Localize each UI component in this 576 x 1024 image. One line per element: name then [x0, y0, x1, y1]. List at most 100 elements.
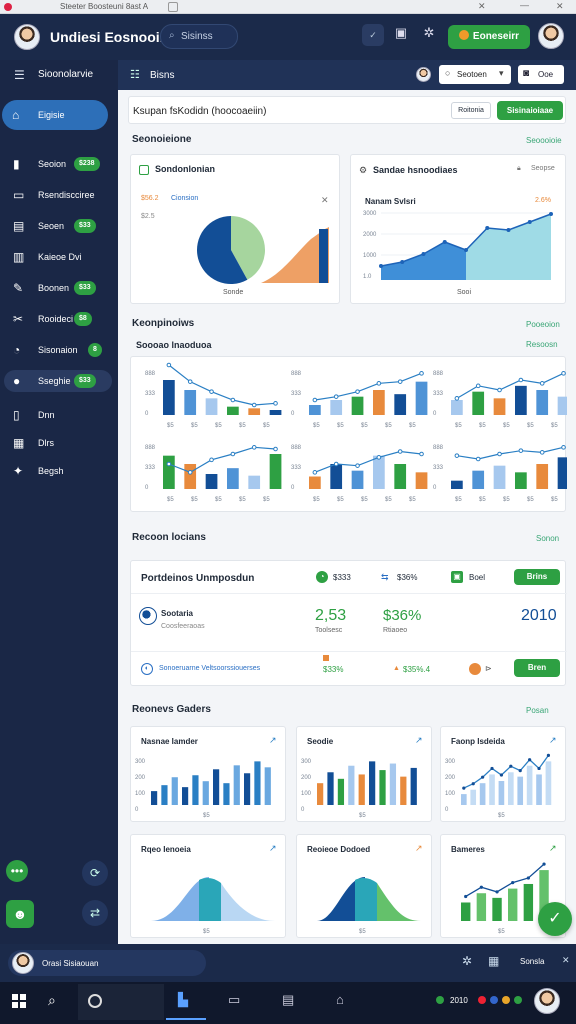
floating-check-button[interactable]: ✓ [538, 902, 572, 936]
sidebar-item-7[interactable]: ✂ Rooideci $8 [4, 308, 112, 330]
report-point-6-0 [464, 894, 468, 899]
section1-link[interactable]: Seoooioie [526, 136, 562, 145]
calendar-app-icon[interactable]: ▤ [282, 992, 294, 1008]
taskbar-search-icon[interactable]: ⌕ [48, 992, 56, 1009]
report-card-5[interactable]: Reoieoe Dodoed ↗ $5 [296, 834, 432, 938]
header-primary-button[interactable]: Sisinaioiaae [497, 101, 563, 120]
mini-point-4-0 [166, 461, 172, 467]
search-box[interactable]: ⌕ Sisinss [160, 24, 238, 49]
section4-link[interactable]: Posan [526, 706, 549, 715]
report-bar-3-3 [489, 774, 495, 805]
report-bar-3-7 [526, 765, 533, 805]
mini-point-1-0 [166, 362, 172, 368]
notifications-icon[interactable]: ✓ [362, 24, 384, 46]
report-card-2[interactable]: Seodie ↗ 300 200 100 0 $5 [296, 726, 432, 822]
search-input[interactable]: Sisinss [181, 31, 213, 42]
settings-icon[interactable]: ✲ [420, 25, 438, 43]
mini-point-5-1 [333, 461, 339, 467]
section2-link[interactable]: Pooeoion [526, 320, 560, 329]
footer-text[interactable]: Sonoeruarne Veltsoorssiouerses [159, 665, 260, 672]
report-bar-1-5 [202, 781, 209, 805]
bot-icon[interactable]: ☻ [6, 900, 34, 928]
report-chart-1: 300 200 100 0 $5 [135, 759, 271, 819]
minimize-icon[interactable]: — [520, 0, 529, 10]
mini-bar-2-1 [330, 400, 343, 415]
footer-action-button[interactable]: Bren [514, 659, 560, 677]
home-icon: ⌂ [12, 108, 20, 122]
sidebar-item-12[interactable]: ✦ Begsh [4, 460, 112, 482]
sidebar-item-11[interactable]: ▦ Dlrs [4, 432, 112, 454]
sidebar-item-6[interactable]: ✎ Boonen $33 [4, 277, 112, 299]
primary-cta-button[interactable]: Eoneseirr [448, 25, 530, 49]
menu-icon[interactable]: ☰ [14, 68, 25, 82]
report-card-4[interactable]: Rqeo Ienoeia ↗ $5 [130, 834, 286, 938]
mini-y-tick: 888 [433, 445, 444, 451]
close-dot-icon[interactable] [4, 3, 12, 11]
header-secondary-button[interactable]: Roitonia [451, 102, 491, 119]
mini-bar-5-5 [415, 472, 428, 489]
start-menu-icon[interactable] [12, 994, 26, 1008]
sidebar-item-label: Eigisie [38, 110, 65, 120]
mini-bar-6-0 [451, 480, 463, 489]
sidebar-item-4[interactable]: ▤ Seoen $33 [4, 215, 112, 237]
taskbar-avatar[interactable] [534, 988, 560, 1014]
bottom-right-label[interactable]: Sonsla [520, 957, 544, 966]
page-title: Ksupan fsKodidn (hoocoaeiin) [133, 106, 267, 117]
report-bar-6-3 [508, 888, 518, 921]
subheader-bar: ☷ Bisns ○ Seotoen ▾ ◙ Ooe [118, 60, 576, 90]
user-pill[interactable]: Orasi Sisiaouan [8, 950, 206, 976]
taskbar-app-active[interactable]: ▙ [166, 984, 206, 1020]
sidebar-item-2[interactable]: ▮ Seoion $238 [4, 153, 112, 175]
mini-line-6 [456, 446, 564, 460]
mini-x-tick: $5 [313, 497, 320, 503]
view-select[interactable]: ○ Seotoen ▾ [439, 65, 511, 84]
chat-toggle-icon[interactable]: ••• [6, 860, 28, 882]
shield-icon[interactable]: ⌂ [336, 992, 344, 1007]
grid-view-icon[interactable]: ▦ [488, 954, 499, 968]
sidebar-item-5[interactable]: ▥ Kaieoe Dvi [4, 246, 112, 268]
list-icon[interactable]: ☷ [130, 68, 140, 81]
window-close-icon[interactable]: ✕ [556, 1, 564, 12]
report-point-3-1 [471, 782, 475, 786]
bookmark-icon: ▙ [178, 992, 188, 1007]
status-dot-orange [502, 996, 510, 1004]
mini-x-tick: $5 [385, 423, 392, 429]
report-card-1[interactable]: Nasnae Iamder ↗ 300 200 100 0 $5 [130, 726, 286, 822]
sidebar-item-3[interactable]: ▭ Rsendiscciree [4, 184, 112, 206]
os-taskbar: ⌕ ▙ ▭ ▤ ⌂ 2010 [0, 982, 576, 1024]
sidebar-item-1[interactable]: ⌂ Eigisie [2, 100, 108, 130]
folder-icon[interactable]: ▣ [392, 25, 410, 43]
sidebar-item-label: Rsendiscciree [38, 190, 95, 200]
small-avatar[interactable] [416, 67, 431, 82]
mini-y-tick: 0 [145, 411, 149, 417]
sidebar-item-10[interactable]: ▯ Dnn [4, 404, 112, 426]
report-card-3[interactable]: Faonp Isdeida ↗ 300 200 100 0 $5 [440, 726, 566, 822]
status-dot-green-2 [514, 996, 522, 1004]
brand-avatar[interactable] [14, 24, 40, 50]
close-panel-icon[interactable]: ✕ [562, 955, 570, 966]
mini-x-tick: $5 [409, 423, 416, 429]
taskbar-app-browser[interactable] [78, 984, 164, 1020]
sidebar-item-label: Boonen [38, 283, 70, 293]
book-icon[interactable]: ▭ [228, 992, 240, 1008]
stats-action-button[interactable]: Brins [514, 569, 560, 585]
chart-icon: ▮ [13, 157, 20, 171]
donut-bar [319, 229, 328, 283]
report-point-3-5 [509, 764, 513, 768]
sidebar-item-9[interactable]: ● Sseghie $33 [4, 370, 112, 392]
layers-icon: ▭ [13, 188, 25, 202]
share-icon[interactable]: ⇄ [82, 900, 108, 926]
report-x-tick: $5 [203, 813, 210, 819]
pin-icon[interactable]: ✕ [478, 1, 486, 12]
mini-x-tick: $5 [361, 423, 368, 429]
mini-point-1-2 [209, 389, 214, 394]
user-avatar[interactable] [538, 23, 564, 49]
chat-button[interactable]: ◙ Ooe [518, 65, 564, 84]
refresh-icon[interactable]: ⟳ [82, 860, 108, 886]
section2-sublink[interactable]: Resoosn [526, 340, 558, 349]
section3-link[interactable]: Sonon [536, 534, 559, 543]
settings-gear-icon[interactable]: ✲ [462, 954, 472, 968]
main-content: Ksupan fsKodidn (hoocoaeiin) Roitonia Si… [118, 90, 576, 944]
sidebar-item-8[interactable]: ◔ Sisonaion 8 [4, 339, 112, 361]
new-tab-icon[interactable] [168, 2, 178, 12]
